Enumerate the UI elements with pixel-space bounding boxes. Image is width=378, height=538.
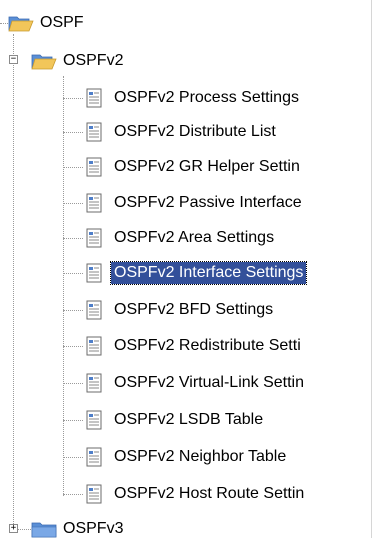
tree-connector	[63, 76, 64, 496]
collapse-toggle-ospfv2[interactable]: −	[9, 55, 18, 64]
vertical-scrollbar[interactable]	[371, 0, 378, 538]
tree-connector	[63, 310, 83, 311]
tree-item-label: OSPFv2 Neighbor Table	[114, 448, 287, 465]
tree-connector	[63, 132, 83, 133]
tree-item-label: OSPFv2 Distribute List	[114, 123, 276, 140]
folder-open-icon	[31, 54, 57, 70]
tree-node-label: OSPFv2	[63, 52, 124, 69]
tree-item-gr-helper-settings[interactable]: OSPFv2 GR Helper Settin	[85, 156, 303, 178]
tree-item-process-settings[interactable]: OSPFv2 Process Settings	[85, 87, 302, 109]
page-icon	[86, 410, 102, 430]
page-icon	[86, 484, 102, 504]
tree-item-label: OSPFv2 LSDB Table	[114, 411, 264, 428]
tree-item-label: OSPFv2 BFD Settings	[114, 301, 274, 318]
folder-closed-icon	[31, 522, 57, 538]
page-icon	[86, 300, 102, 320]
tree-item-label: OSPFv2 Host Route Settin	[114, 485, 305, 502]
tree-node-label: OSPF	[40, 14, 84, 31]
tree-item-area-settings[interactable]: OSPFv2 Area Settings	[85, 227, 277, 249]
tree-connector	[63, 457, 83, 458]
tree-item-distribute-list[interactable]: OSPFv2 Distribute List	[85, 121, 279, 143]
tree-connector	[0, 23, 8, 24]
tree-item-interface-settings[interactable]: OSPFv2 Interface Settings	[85, 261, 308, 285]
tree-item-bfd-settings[interactable]: OSPFv2 BFD Settings	[85, 299, 276, 321]
tree-item-label: OSPFv2 Virtual-Link Settin	[114, 374, 305, 391]
tree-item-passive-interface[interactable]: OSPFv2 Passive Interface	[85, 192, 305, 214]
ospf-navigation-tree: OSPF − OSPFv2 OSPFv2 Process Settings OS…	[0, 0, 372, 538]
page-icon	[86, 263, 102, 283]
tree-item-label: OSPFv2 Redistribute Setti	[114, 337, 301, 354]
page-icon	[86, 157, 102, 177]
tree-connector	[63, 383, 83, 384]
tree-node-ospfv2[interactable]: OSPFv2	[31, 50, 126, 72]
page-icon	[86, 447, 102, 467]
tree-item-virtual-link-settings[interactable]: OSPFv2 Virtual-Link Settin	[85, 372, 307, 394]
page-icon	[86, 228, 102, 248]
page-icon	[86, 373, 102, 393]
expand-toggle-ospfv3[interactable]: +	[9, 524, 18, 533]
tree-connector	[13, 34, 14, 528]
tree-node-label: OSPFv3	[63, 520, 124, 537]
tree-item-label: OSPFv2 Passive Interface	[114, 194, 302, 211]
tree-item-host-route-settings[interactable]: OSPFv2 Host Route Settin	[85, 483, 307, 505]
tree-node-ospf[interactable]: OSPF	[8, 12, 87, 34]
folder-open-icon	[8, 16, 34, 32]
tree-item-label: OSPFv2 Area Settings	[114, 229, 275, 246]
tree-connector	[63, 167, 83, 168]
tree-item-label: OSPFv2 GR Helper Settin	[114, 158, 300, 175]
tree-connector	[17, 529, 31, 530]
tree-connector	[63, 494, 83, 495]
page-icon	[86, 88, 102, 108]
tree-item-redistribute-settings[interactable]: OSPFv2 Redistribute Setti	[85, 335, 304, 357]
tree-connector	[63, 420, 83, 421]
tree-connector	[63, 98, 83, 99]
tree-connector	[63, 203, 83, 204]
tree-connector	[63, 273, 83, 274]
tree-connector	[63, 346, 83, 347]
page-icon	[86, 336, 102, 356]
tree-item-label: OSPFv2 Process Settings	[114, 89, 299, 106]
tree-item-neighbor-table[interactable]: OSPFv2 Neighbor Table	[85, 446, 289, 468]
tree-node-ospfv3[interactable]: OSPFv3	[31, 518, 126, 538]
page-icon	[86, 122, 102, 142]
page-icon	[86, 193, 102, 213]
tree-item-lsdb-table[interactable]: OSPFv2 LSDB Table	[85, 409, 266, 431]
tree-connector	[63, 238, 83, 239]
tree-item-label: OSPFv2 Interface Settings	[109, 261, 308, 285]
